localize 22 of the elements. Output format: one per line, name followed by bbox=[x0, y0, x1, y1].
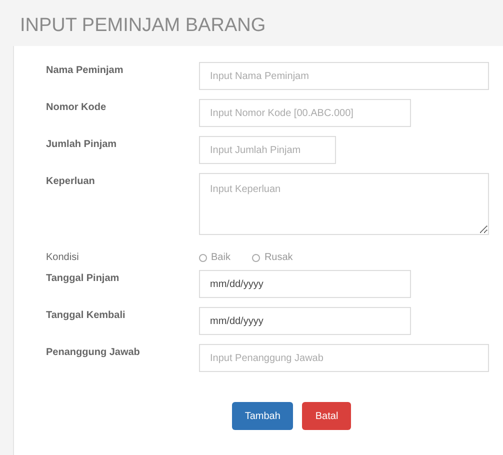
input-field[interactable]: Input Jumlah Pinjam bbox=[199, 136, 336, 164]
radio-label: Baik bbox=[211, 252, 230, 263]
field-label: Tanggal Pinjam bbox=[46, 272, 120, 284]
add-button[interactable]: Tambah bbox=[232, 402, 294, 430]
input-field[interactable]: Input Penanggung Jawab bbox=[199, 344, 489, 372]
cancel-button[interactable]: Batal bbox=[302, 402, 352, 430]
field-label: Kondisi bbox=[46, 252, 80, 263]
field-label: Nama Peminjam bbox=[46, 64, 124, 76]
date-field[interactable]: mm/dd/yyyy bbox=[199, 270, 411, 298]
page-title: INPUT PEMINJAM BARANG bbox=[20, 14, 266, 38]
date-field[interactable]: mm/dd/yyyy bbox=[199, 307, 411, 335]
field-label: Penanggung Jawab bbox=[46, 346, 141, 358]
field-label: Keperluan bbox=[46, 175, 96, 187]
radio-label: Rusak bbox=[264, 252, 293, 263]
input-field[interactable]: Input Nomor Kode [00.ABC.000] bbox=[199, 99, 411, 127]
radio-button[interactable] bbox=[252, 254, 260, 262]
radio-button[interactable] bbox=[199, 254, 207, 262]
field-label: Tanggal Kembali bbox=[46, 309, 126, 321]
text-area[interactable]: Input Keperluan bbox=[199, 173, 489, 235]
field-label: Jumlah Pinjam bbox=[46, 138, 118, 150]
input-field[interactable]: Input Nama Peminjam bbox=[199, 62, 489, 90]
field-label: Nomor Kode bbox=[46, 101, 107, 113]
